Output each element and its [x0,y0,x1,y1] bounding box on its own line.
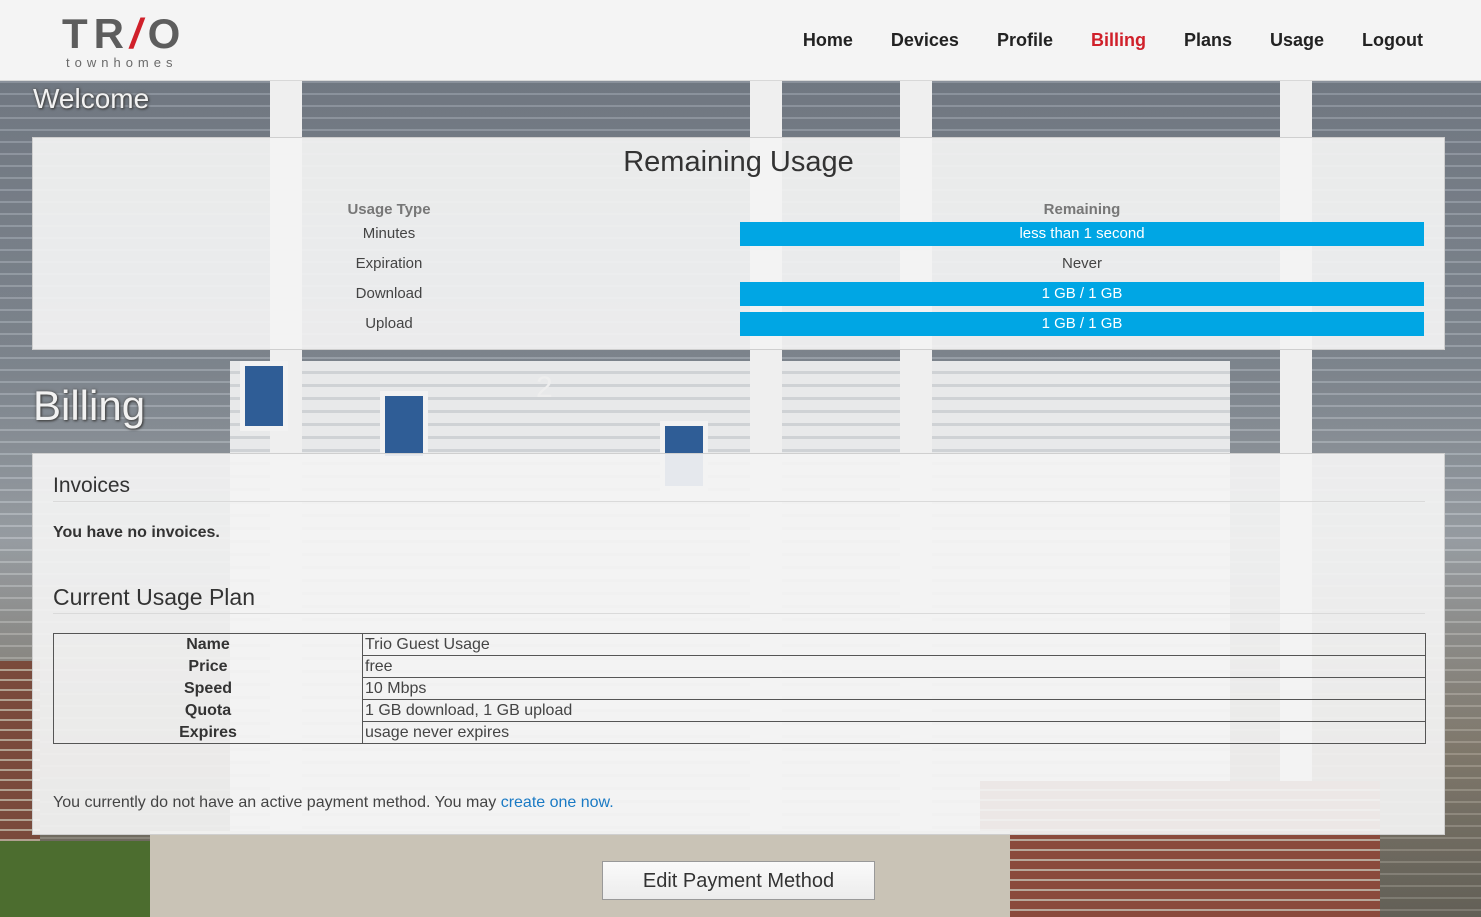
billing-panel: Invoices You have no invoices. Current U… [32,453,1445,835]
usage-row-download: Download 1 GB / 1 GB [33,282,1444,312]
usage-row-minutes: Minutes less than 1 second [33,222,1444,252]
billing-heading: Billing [33,382,146,429]
remaining-usage-table: Usage Type Remaining Minutes less than 1… [33,200,1444,342]
plan-value: usage never expires [362,721,1426,744]
remaining-bar: 1 GB / 1 GB [740,312,1424,336]
nav-usage[interactable]: Usage [1270,28,1324,52]
nav-devices[interactable]: Devices [891,28,959,52]
plan-value: 10 Mbps [362,677,1426,700]
edit-payment-method-button[interactable]: Edit Payment Method [602,861,875,900]
usage-table-header: Usage Type Remaining [33,200,1444,222]
current-plan-title: Current Usage Plan [53,584,255,610]
remaining-bar: less than 1 second [740,222,1424,246]
walkway [150,831,1010,917]
plan-value: 1 GB download, 1 GB upload [362,699,1426,722]
usage-type-label: Upload [365,315,413,332]
remaining-usage-panel: Remaining Usage Usage Type Remaining Min… [32,137,1445,350]
table-row: Speed 10 Mbps [53,677,1426,700]
plan-table: Name Trio Guest Usage Price free Speed 1… [53,633,1426,744]
nav-logout[interactable]: Logout [1362,28,1423,52]
table-row: Name Trio Guest Usage [53,633,1426,656]
usage-row-expiration: Expiration Never [33,252,1444,282]
remaining-value: Never [1061,255,1102,272]
usage-type-label: Download [355,285,423,302]
remaining-usage-title: Remaining Usage [623,146,854,178]
create-payment-link[interactable]: create one now. [501,794,614,811]
usage-type-header: Usage Type [347,201,431,218]
payment-method-note: You currently do not have an active paym… [53,794,614,812]
table-row: Quota 1 GB download, 1 GB upload [53,699,1426,722]
window [240,361,288,431]
divider [53,501,1425,502]
table-row: Price free [53,655,1426,678]
payment-note-text: You currently do not have an active paym… [53,794,501,811]
divider [53,613,1425,614]
no-invoices-message: You have no invoices. [53,524,220,541]
plan-value: free [362,655,1426,678]
plan-key: Expires [53,721,363,744]
trio-logo[interactable]: TR/O townhomes [62,12,202,72]
plan-key: Speed [53,677,363,700]
invoices-title: Invoices [53,474,131,497]
site-header: TR/O townhomes Home Devices Profile Bill… [0,0,1481,81]
nav-billing[interactable]: Billing [1091,28,1146,52]
plan-value: Trio Guest Usage [362,633,1426,656]
window [380,391,428,461]
remaining-bar: 1 GB / 1 GB [740,282,1424,306]
logo-tagline: townhomes [66,55,178,70]
house-number: 2 [536,371,553,404]
table-row: Expires usage never expires [53,721,1426,744]
plan-key: Name [53,633,363,656]
plan-key: Price [53,655,363,678]
usage-row-upload: Upload 1 GB / 1 GB [33,312,1444,342]
remaining-header: Remaining [1043,201,1121,218]
main-nav: Home Devices Profile Billing Plans Usage… [765,28,1423,52]
usage-type-label: Expiration [355,255,423,272]
nav-home[interactable]: Home [803,28,853,52]
welcome-heading: Welcome [33,83,150,114]
usage-type-label: Minutes [362,225,416,242]
plan-key: Quota [53,699,363,722]
logo-wordmark: TR/O [62,10,187,57]
nav-profile[interactable]: Profile [997,28,1053,52]
nav-plans[interactable]: Plans [1184,28,1232,52]
